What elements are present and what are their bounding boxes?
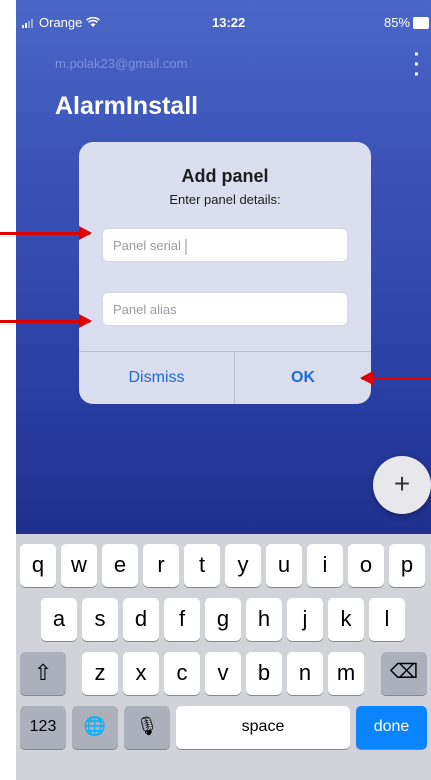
done-key[interactable]: done: [356, 706, 427, 749]
globe-icon[interactable]: 🌐: [72, 706, 118, 749]
key-p[interactable]: p: [389, 544, 425, 587]
key-h[interactable]: h: [246, 598, 282, 641]
add-panel-dialog: Add panel Enter panel details: Panel ser…: [79, 142, 371, 404]
phone-screen: Orange 13:22 85% m.polak23@gmail.com · · ·…: [16, 0, 431, 780]
battery-group: 85%: [384, 15, 429, 30]
annotation-arrow-ok: [360, 371, 431, 385]
key-c[interactable]: c: [164, 652, 200, 695]
numbers-key[interactable]: 123: [20, 706, 66, 749]
key-b[interactable]: b: [246, 652, 282, 695]
panel-serial-placeholder: Panel serial: [113, 238, 181, 253]
app-title: AlarmInstall: [55, 92, 199, 120]
key-l[interactable]: l: [369, 598, 405, 641]
carrier-name: Orange: [39, 15, 83, 30]
backspace-key[interactable]: ⌫: [381, 652, 427, 695]
carrier-group: Orange: [22, 15, 101, 30]
key-k[interactable]: k: [328, 598, 364, 641]
key-g[interactable]: g: [205, 598, 241, 641]
signal-icon: [22, 18, 33, 28]
key-n[interactable]: n: [287, 652, 323, 695]
key-q[interactable]: q: [20, 544, 56, 587]
annotation-arrow-serial: [0, 226, 92, 240]
text-cursor: [184, 238, 187, 255]
key-f[interactable]: f: [164, 598, 200, 641]
panel-alias-input[interactable]: Panel alias: [102, 292, 348, 326]
key-d[interactable]: d: [123, 598, 159, 641]
key-m[interactable]: m: [328, 652, 364, 695]
account-email: m.polak23@gmail.com: [55, 56, 188, 71]
kebab-menu-icon[interactable]: · · ·: [413, 45, 421, 85]
add-panel-fab[interactable]: +: [373, 456, 431, 514]
dialog-title: Add panel: [181, 166, 269, 186]
wifi-icon: [86, 17, 101, 27]
key-a[interactable]: a: [41, 598, 77, 641]
dismiss-button[interactable]: Dismiss: [79, 352, 234, 404]
clock: 13:22: [212, 15, 246, 30]
key-t[interactable]: t: [184, 544, 220, 587]
key-i[interactable]: i: [307, 544, 343, 587]
panel-alias-placeholder: Panel alias: [113, 302, 177, 317]
panel-serial-input[interactable]: Panel serial: [102, 228, 348, 262]
key-s[interactable]: s: [82, 598, 118, 641]
key-y[interactable]: y: [225, 544, 261, 587]
shift-key[interactable]: ⇧: [20, 652, 66, 695]
space-key[interactable]: space: [176, 706, 350, 749]
key-x[interactable]: x: [123, 652, 159, 695]
key-z[interactable]: z: [82, 652, 118, 695]
key-r[interactable]: r: [143, 544, 179, 587]
on-screen-keyboard: q w e r t y u i o p a s d f g h j k l ⇧ …: [16, 534, 431, 780]
key-o[interactable]: o: [348, 544, 384, 587]
battery-icon: [413, 16, 429, 29]
annotation-arrow-alias: [0, 314, 92, 328]
battery-percent: 85%: [383, 15, 410, 30]
key-j[interactable]: j: [287, 598, 323, 641]
key-w[interactable]: w: [61, 544, 97, 587]
microphone-icon[interactable]: 🎙: [124, 706, 170, 749]
ok-button[interactable]: OK: [235, 352, 371, 404]
status-bar: Orange 13:22 85%: [16, 0, 431, 44]
key-v[interactable]: v: [205, 652, 241, 695]
key-e[interactable]: e: [102, 544, 138, 587]
dialog-subtitle: Enter panel details:: [169, 192, 281, 207]
key-u[interactable]: u: [266, 544, 302, 587]
